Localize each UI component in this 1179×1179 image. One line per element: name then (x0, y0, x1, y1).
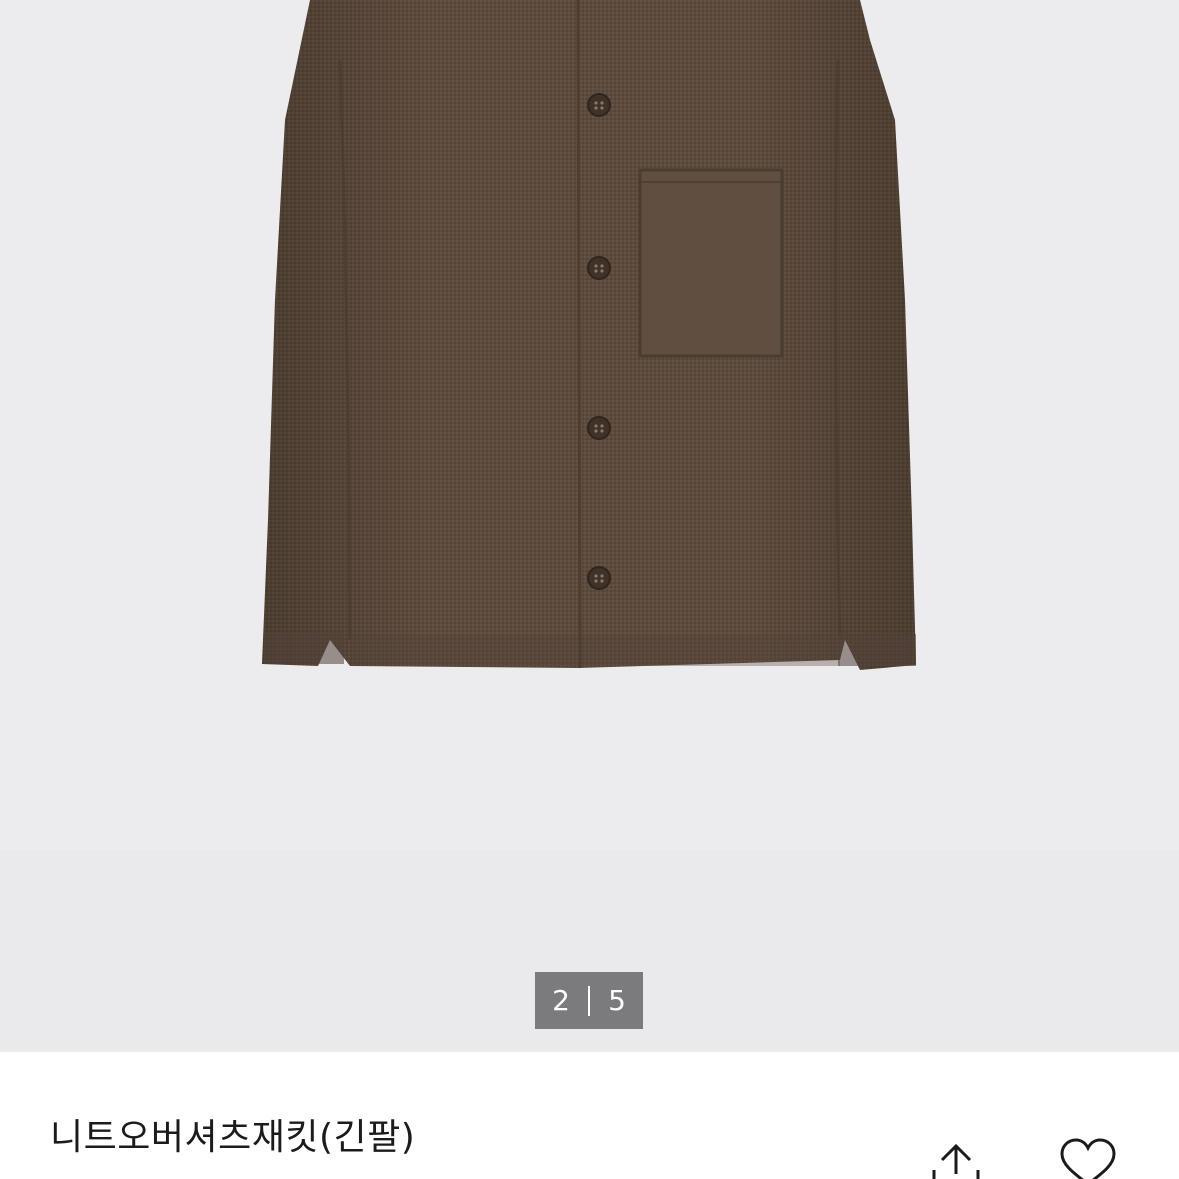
product-image-gallery[interactable]: 2 5 (0, 0, 1179, 1052)
like-button[interactable] (1052, 1134, 1124, 1179)
current-page: 2 (552, 984, 570, 1017)
share-icon (932, 1143, 980, 1179)
page-indicator: 2 5 (535, 972, 643, 1029)
product-photo (0, 0, 1179, 1052)
heart-icon (1060, 1138, 1116, 1179)
product-title: 니트오버셔츠재킷(긴팔) (50, 1117, 416, 1158)
page-divider (588, 985, 590, 1016)
product-info-panel: 니트오버셔츠재킷(긴팔) (0, 1052, 1179, 1179)
share-button[interactable] (920, 1134, 992, 1179)
product-detail-screen: 2 5 니트오버셔츠재킷(긴팔) (0, 0, 1179, 1179)
total-pages: 5 (608, 984, 626, 1017)
